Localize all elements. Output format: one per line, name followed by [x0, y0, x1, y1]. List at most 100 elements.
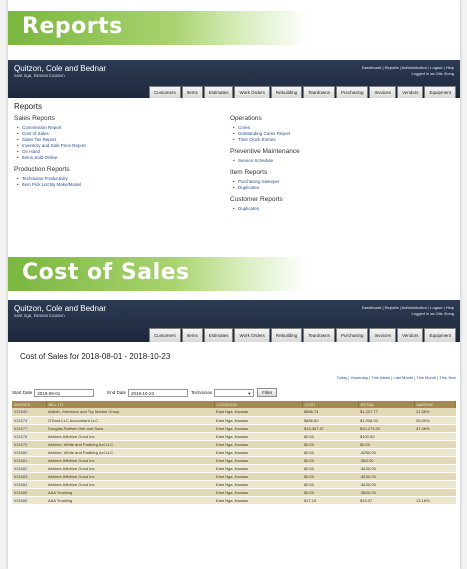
retail-cell: -$100.00	[358, 464, 414, 473]
report-link[interactable]: Items Sold Online	[14, 155, 214, 161]
table-row[interactable]: 031684 Abshire-Wildrice Good Inc East Nga,…	[12, 480, 456, 489]
retail-cell: $0.00	[358, 440, 414, 449]
cost-cell: $0.00	[302, 480, 358, 489]
reports-app: Quitzon, Cole and Bednar east nga, kansa…	[8, 60, 460, 255]
tab-customers[interactable]: Customers	[148, 86, 181, 98]
invoice-link[interactable]: 031640	[12, 408, 46, 417]
start-date-input[interactable]: 2018-08-01	[34, 388, 95, 397]
column-header[interactable]: BILL TO	[46, 401, 215, 408]
tab-teardowns[interactable]: Teardowns	[303, 86, 335, 98]
invoice-link[interactable]: 031679	[12, 440, 46, 449]
report-link[interactable]: Item Pick List By Make/Model	[14, 182, 214, 188]
location-cell: East Nga, Kansas	[214, 464, 302, 473]
retail-cell: -$100.00	[358, 472, 414, 481]
bill-to-cell: Abshire-Wildrice Good Inc	[46, 464, 214, 473]
logged-in-user: Logged in as Otis Xiong	[411, 71, 454, 76]
end-date-label: End Date	[107, 390, 127, 395]
document-page: Reports Quitzon, Cole and Bednar east ng…	[8, 0, 460, 569]
report-link[interactable]: Duplicates	[230, 185, 450, 191]
customer-reports-title: Customer Reports	[230, 196, 283, 203]
main-nav: Customers Items Estimates Work Orders Re…	[148, 86, 456, 98]
tab-invoices[interactable]: Invoices	[369, 328, 396, 342]
table-row[interactable]: 031686 AAA Trucking East Nga, Kansas $17.15…	[12, 496, 456, 505]
table-row[interactable]: 031674 O'Kara LLC Accountant LLC East Nga,…	[12, 416, 456, 425]
cost-cell: $0.00	[302, 488, 358, 497]
cost-cell: $0.00	[302, 432, 358, 441]
retail-cell: -$50.00	[358, 456, 414, 465]
table-row[interactable]: 031683 Abshire-Wildrice Good Inc East Nga,…	[12, 472, 456, 481]
tab-estimates[interactable]: Estimates	[203, 86, 234, 98]
tab-work-orders[interactable]: Work Orders	[234, 86, 270, 98]
table-row[interactable]: 031680 Abshire, White and Padberg Act LLC…	[12, 448, 456, 457]
cost-of-sales-banner: Cost of Sales	[8, 257, 308, 291]
report-link[interactable]: Duplicates	[230, 206, 450, 212]
tab-vendors[interactable]: Vendors	[396, 328, 424, 342]
item-reports-title: Item Reports	[230, 169, 268, 176]
margin-cell	[414, 464, 456, 473]
start-date-label: Start Date	[12, 390, 33, 395]
invoice-link[interactable]: 031685	[12, 488, 46, 497]
tab-items[interactable]: Items	[181, 86, 203, 98]
invoice-link[interactable]: 031684	[12, 480, 46, 489]
tab-estimates[interactable]: Estimates	[203, 328, 234, 342]
sales-reports-title: Sales Reports	[14, 115, 55, 122]
retail-cell: $100.00	[358, 432, 414, 441]
top-links[interactable]: Dashboard | Reports | Administration | L…	[362, 305, 454, 310]
date-quick-links[interactable]: Today | Yesterday | This Week | Last Mon…	[337, 375, 456, 380]
invoice-link[interactable]: 031686	[12, 496, 46, 505]
tab-items[interactable]: Items	[181, 328, 203, 342]
tab-equipment[interactable]: Equipment	[424, 328, 456, 342]
tab-vendors[interactable]: Vendors	[396, 86, 424, 98]
tab-purchasing[interactable]: Purchasing	[335, 86, 369, 98]
column-header[interactable]: MARGIN	[414, 401, 456, 408]
company-location: east nga, kansas location	[14, 313, 65, 318]
cos-app-header: Quitzon, Cole and Bednar east nga, kansa…	[8, 300, 460, 342]
tab-invoices[interactable]: Invoices	[369, 86, 396, 98]
invoice-link[interactable]: 031683	[12, 472, 46, 481]
retail-cell: $15.07	[358, 496, 414, 505]
filter-button[interactable]: Filter	[257, 388, 278, 397]
location-cell: East Nga, Kansas	[214, 472, 302, 481]
reports-app-header: Quitzon, Cole and Bednar east nga, kansa…	[8, 60, 460, 98]
operations-title: Operations	[230, 115, 262, 122]
column-header[interactable]: INVOICE	[12, 401, 47, 408]
report-link[interactable]: Time Clock Entries	[230, 137, 450, 143]
table-row[interactable]: 031679 Abshire, White and Padberg Act LLC…	[12, 440, 456, 449]
table-row[interactable]: 031678 Abshire-Wildrice Good Inc East Nga,…	[12, 432, 456, 441]
column-header[interactable]: LOCATION	[214, 401, 303, 408]
end-date-input[interactable]: 2018-10-23	[128, 388, 189, 397]
invoice-link[interactable]: 031682	[12, 464, 46, 473]
invoice-link[interactable]: 031678	[12, 432, 46, 441]
table-row[interactable]: 031677 Douglas-Rolfsen Veit and Sons East …	[12, 424, 456, 433]
margin-cell	[414, 432, 456, 441]
column-header[interactable]: COST	[302, 401, 359, 408]
invoice-link[interactable]: 031674	[12, 416, 46, 425]
tab-work-orders[interactable]: Work Orders	[234, 328, 270, 342]
table-row[interactable]: 031682 Abshire-Wildrice Good Inc East Nga,…	[12, 464, 456, 473]
top-links[interactable]: Dashboard | Reports | Administration | L…	[362, 65, 454, 70]
cost-cell: $16,367.57	[302, 424, 358, 433]
tab-purchasing[interactable]: Purchasing	[335, 328, 369, 342]
customer-reports-list: Duplicates	[230, 206, 450, 212]
margin-cell	[414, 480, 456, 489]
report-link[interactable]: Service Schedule	[230, 158, 450, 164]
tab-customers[interactable]: Customers	[148, 328, 181, 342]
reports-heading: Reports	[14, 102, 43, 111]
column-header[interactable]: RETAIL	[358, 401, 415, 408]
tab-rebuilding[interactable]: Rebuilding	[270, 328, 303, 342]
location-cell: East Nga, Kansas	[214, 440, 302, 449]
invoice-link[interactable]: 031677	[12, 424, 46, 433]
table-row[interactable]: 031681 Abshire-Wildrice Good Inc East Nga,…	[12, 456, 456, 465]
technician-select[interactable]: ▼	[214, 388, 255, 397]
tab-rebuilding[interactable]: Rebuilding	[270, 86, 303, 98]
tab-equipment[interactable]: Equipment	[424, 86, 456, 98]
table-row[interactable]: 031685 AAA Trucking East Nga, Kansas $0.00-…	[12, 488, 456, 497]
production-reports-title: Production Reports	[14, 166, 70, 173]
tab-teardowns[interactable]: Teardowns	[303, 328, 335, 342]
retail-cell: -$100.00	[358, 480, 414, 489]
retail-cell: $20,273.00	[358, 424, 414, 433]
invoice-link[interactable]: 031681	[12, 456, 46, 465]
invoice-link[interactable]: 031680	[12, 448, 46, 457]
table-row[interactable]: 031640 Abbott, Grimsson and Toy Marine Gr…	[12, 408, 456, 417]
bill-to-cell: Abshire-Wildrice Good Inc	[46, 432, 214, 441]
